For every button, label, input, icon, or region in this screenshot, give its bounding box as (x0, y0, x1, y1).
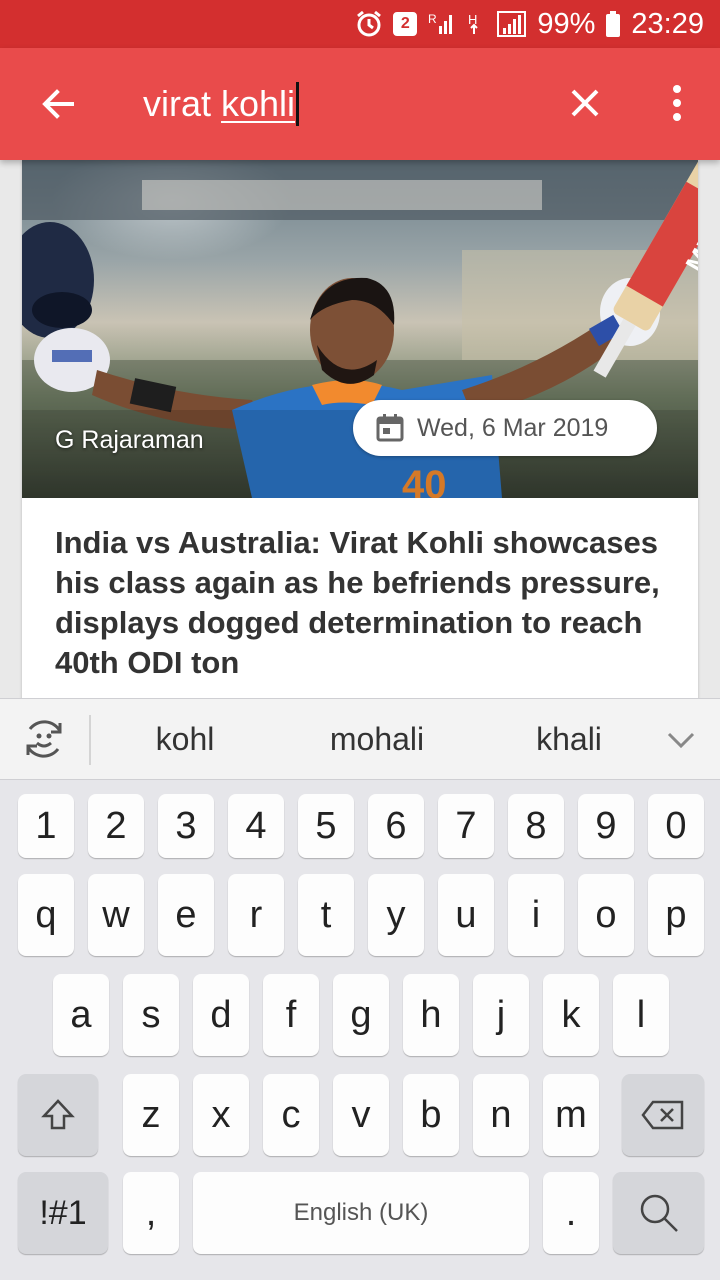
key-1[interactable]: 1 (18, 794, 74, 858)
arrow-left-icon (42, 89, 74, 119)
backspace-icon (641, 1100, 684, 1130)
overflow-menu-button[interactable] (655, 78, 699, 128)
results-list[interactable]: 40 MRF G Rajaraman Wed, 6 Mar 2019 India… (0, 160, 720, 698)
close-icon (571, 89, 599, 117)
key-d[interactable]: d (193, 974, 249, 1056)
key-j[interactable]: j (473, 974, 529, 1056)
key-6[interactable]: 6 (368, 794, 424, 858)
search-input[interactable]: virat kohli (143, 80, 300, 128)
article-headline[interactable]: India vs Australia: Virat Kohli showcase… (55, 523, 665, 683)
key-w[interactable]: w (88, 874, 144, 956)
key-s[interactable]: s (123, 974, 179, 1056)
key-g[interactable]: g (333, 974, 389, 1056)
chevron-down-icon[interactable] (664, 723, 698, 757)
suggestion-divider (89, 715, 91, 765)
key-r[interactable]: r (228, 874, 284, 956)
key-l[interactable]: l (613, 974, 669, 1056)
shift-key[interactable] (18, 1074, 98, 1156)
suggestion-1[interactable]: kohl (95, 721, 275, 758)
search-key[interactable] (613, 1172, 704, 1254)
space-key[interactable]: English (UK) (193, 1172, 529, 1254)
soft-keyboard: kohl mohali khali 1 2 3 4 5 6 7 8 9 0 q … (0, 698, 720, 1280)
status-bar: 2 R H 99% 23:29 (0, 0, 720, 48)
key-3[interactable]: 3 (158, 794, 214, 858)
emoji-toggle-icon[interactable] (20, 715, 68, 763)
comma-key[interactable]: , (123, 1172, 179, 1254)
clear-search-button[interactable] (560, 78, 610, 128)
svg-text:R: R (428, 12, 437, 26)
signal-bars-icon (497, 10, 527, 38)
battery-icon (605, 10, 621, 38)
suggestion-3[interactable]: khali (479, 721, 659, 758)
key-c[interactable]: c (263, 1074, 319, 1156)
back-button[interactable] (32, 78, 84, 130)
article-card[interactable]: 40 MRF G Rajaraman Wed, 6 Mar 2019 India… (22, 160, 698, 698)
key-7[interactable]: 7 (438, 794, 494, 858)
search-query-text: virat (143, 83, 222, 124)
key-n[interactable]: n (473, 1074, 529, 1156)
key-2[interactable]: 2 (88, 794, 144, 858)
article-author: G Rajaraman (55, 426, 204, 454)
key-5[interactable]: 5 (298, 794, 354, 858)
key-f[interactable]: f (263, 974, 319, 1056)
article-date: Wed, 6 Mar 2019 (417, 413, 609, 442)
key-x[interactable]: x (193, 1074, 249, 1156)
key-u[interactable]: u (438, 874, 494, 956)
text-caret (296, 82, 300, 126)
key-a[interactable]: a (53, 974, 109, 1056)
key-z[interactable]: z (123, 1074, 179, 1156)
key-9[interactable]: 9 (578, 794, 634, 858)
key-4[interactable]: 4 (228, 794, 284, 858)
notification-count-badge: 2 (393, 12, 418, 36)
article-image: 40 MRF G Rajaraman Wed, 6 Mar 2019 (22, 160, 698, 498)
key-q[interactable]: q (18, 874, 74, 956)
search-query-underlined: kohli (221, 83, 296, 124)
key-y[interactable]: y (368, 874, 424, 956)
clock: 23:29 (631, 7, 704, 40)
more-vertical-icon (673, 85, 681, 93)
calendar-icon (376, 414, 404, 442)
symbols-key[interactable]: !#1 (18, 1172, 108, 1254)
key-i[interactable]: i (508, 874, 564, 956)
key-m[interactable]: m (543, 1074, 599, 1156)
backspace-key[interactable] (622, 1074, 704, 1156)
article-date-pill: Wed, 6 Mar 2019 (353, 400, 657, 456)
key-8[interactable]: 8 (508, 794, 564, 858)
period-key[interactable]: . (543, 1172, 599, 1254)
suggestion-2[interactable]: mohali (287, 721, 467, 758)
key-v[interactable]: v (333, 1074, 389, 1156)
alarm-clock-icon (355, 10, 383, 38)
key-p[interactable]: p (648, 874, 704, 956)
key-h[interactable]: h (403, 974, 459, 1056)
key-t[interactable]: t (298, 874, 354, 956)
search-icon (640, 1194, 678, 1232)
signal-h-icon: H (465, 10, 487, 38)
key-k[interactable]: k (543, 974, 599, 1056)
key-o[interactable]: o (578, 874, 634, 956)
suggestion-strip: kohl mohali khali (0, 698, 720, 780)
battery-percent: 99% (537, 7, 596, 40)
key-e[interactable]: e (158, 874, 214, 956)
svg-text:H: H (468, 12, 477, 27)
shift-arrow-icon (41, 1099, 75, 1130)
search-app-bar: virat kohli (0, 48, 720, 160)
key-b[interactable]: b (403, 1074, 459, 1156)
key-0[interactable]: 0 (648, 794, 704, 858)
signal-r-icon: R (427, 10, 455, 38)
